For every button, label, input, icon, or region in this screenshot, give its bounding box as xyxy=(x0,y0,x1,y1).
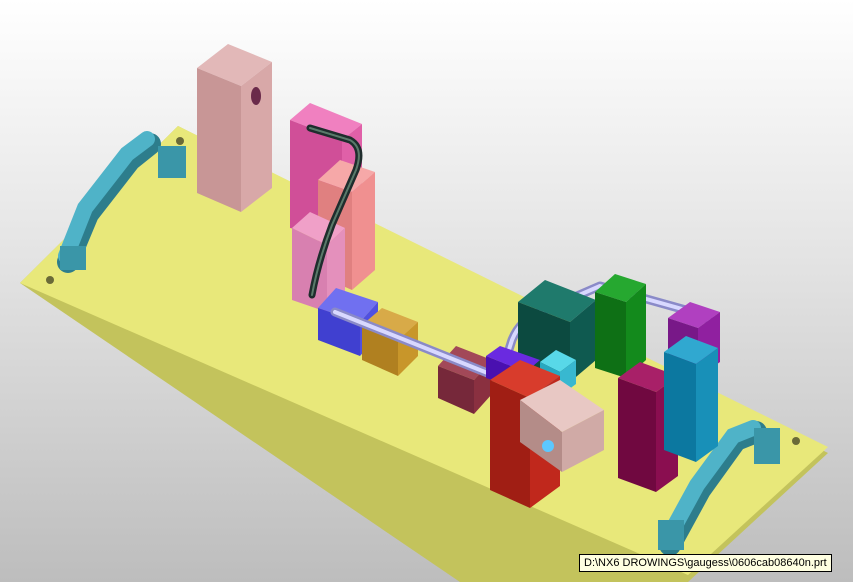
file-path-label: D:\NX6 DROWINGS\gaugess\0606cab08640n.pr… xyxy=(579,554,832,572)
cyan-clamp[interactable] xyxy=(664,336,718,462)
sensor-lens xyxy=(542,440,554,452)
mounting-hole xyxy=(176,137,184,145)
mounting-hole xyxy=(792,437,800,445)
pink-block[interactable] xyxy=(197,44,272,212)
graphics-viewport[interactable]: D:\NX6 DROWINGS\gaugess\0606cab08640n.pr… xyxy=(0,0,853,582)
green-clamp[interactable] xyxy=(595,274,646,378)
mounting-hole xyxy=(46,276,54,284)
gauge-assembly-model[interactable] xyxy=(0,0,853,582)
